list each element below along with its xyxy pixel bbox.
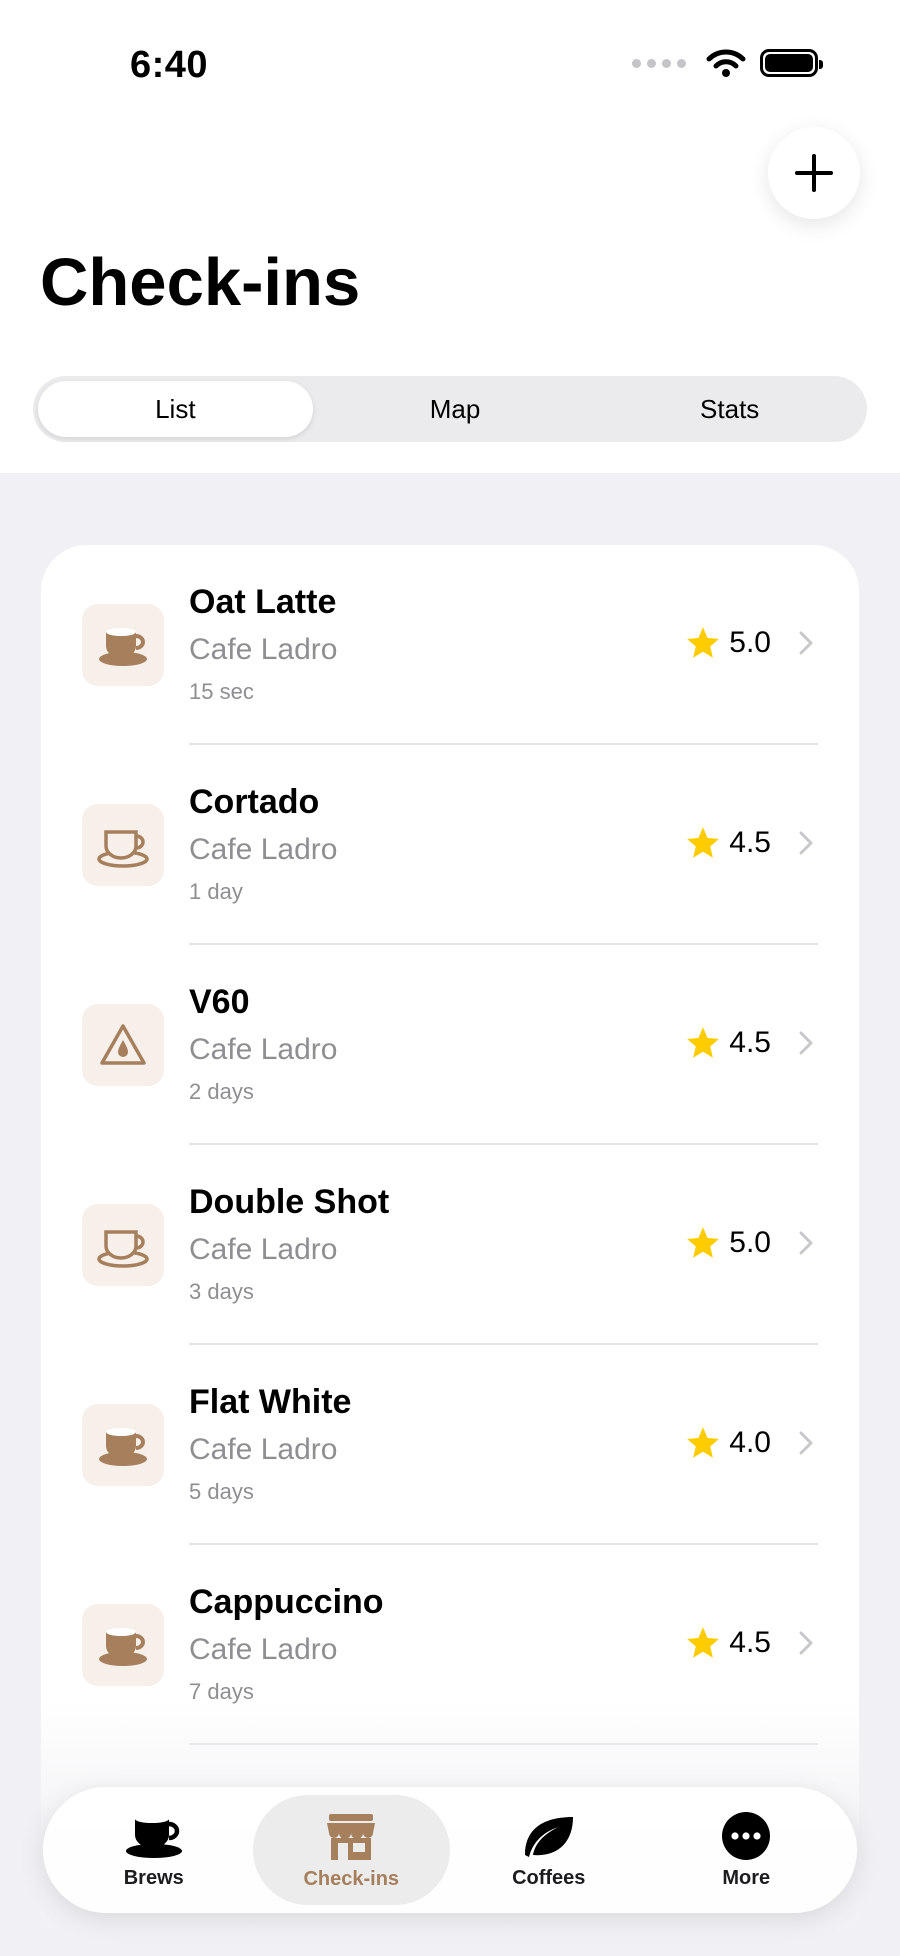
tab-more[interactable]: More: [648, 1795, 846, 1905]
rating-value: 4.5: [729, 826, 771, 859]
rating-value: 4.5: [729, 1626, 771, 1659]
coffee-cup-icon: [82, 1204, 164, 1286]
checkin-title: Double Shot: [189, 1183, 390, 1221]
tab-check-ins[interactable]: Check-ins: [252, 1795, 450, 1905]
checkin-place: Cafe Ladro: [189, 1633, 338, 1666]
segment-list[interactable]: List: [38, 381, 313, 437]
checkin-rating: 4.5: [685, 1025, 813, 1061]
tab-label: Coffees: [512, 1866, 586, 1889]
checkin-place: Cafe Ladro: [189, 1433, 338, 1466]
star-icon: [687, 827, 720, 858]
checkin-row-double-shot[interactable]: Double Shot Cafe Ladro 3 days 5.0: [41, 1145, 859, 1345]
status-time: 6:40: [130, 44, 209, 86]
checkin-place: Cafe Ladro: [189, 833, 338, 866]
star-icon: [687, 1427, 720, 1458]
checkin-time: 1 day: [189, 879, 243, 904]
milk-coffee-cup-icon: [82, 1604, 164, 1686]
segment-stats[interactable]: Stats: [592, 376, 867, 442]
wifi-icon: [706, 49, 746, 77]
checkin-place: Cafe Ladro: [189, 1233, 338, 1266]
chevron-right-icon: [799, 631, 813, 655]
chevron-right-icon: [799, 1631, 813, 1655]
checkin-row-v60[interactable]: V60 Cafe Ladro 2 days 4.5: [41, 945, 859, 1145]
chevron-right-icon: [799, 1431, 813, 1455]
tab-label: More: [722, 1866, 771, 1889]
star-icon: [687, 627, 720, 658]
header-area: 6:40 Check-ins List Map Stats: [0, 0, 900, 473]
checkin-title: Flat White: [189, 1383, 352, 1421]
chevron-right-icon: [799, 831, 813, 855]
coffee-cup-icon: [82, 804, 164, 886]
tab-bar: Brews Check-ins Coffees More: [43, 1787, 857, 1913]
battery-icon: [760, 49, 823, 77]
checkin-title: Cappuccino: [189, 1583, 384, 1621]
view-segmented-control: List Map Stats: [33, 376, 867, 442]
rating-value: 4.5: [729, 1026, 771, 1059]
more-icon: [722, 1811, 771, 1860]
milk-coffee-cup-icon: [82, 1404, 164, 1486]
checkin-row-oat-latte[interactable]: Oat Latte Cafe Ladro 15 sec 5.0: [41, 545, 859, 745]
status-icons: [632, 48, 823, 78]
rating-value: 5.0: [729, 1226, 771, 1259]
page-title: Check-ins: [40, 245, 361, 320]
add-checkin-button[interactable]: [768, 127, 860, 219]
milk-coffee-cup-icon: [82, 604, 164, 686]
storefront-icon: [327, 1813, 376, 1860]
tab-coffees[interactable]: Coffees: [450, 1795, 648, 1905]
screen: 6:40 Check-ins List Map Stats Oat Latte …: [0, 0, 900, 1956]
tab-label: Brews: [123, 1866, 184, 1889]
checkin-time: 3 days: [189, 1279, 254, 1304]
checkin-title: Cortado: [189, 783, 320, 821]
checkin-time: 5 days: [189, 1479, 254, 1504]
checkin-title: Oat Latte: [189, 583, 337, 621]
checkin-row-flat-white[interactable]: Flat White Cafe Ladro 5 days 4.0: [41, 1345, 859, 1545]
rating-value: 5.0: [729, 626, 771, 659]
checkin-rating: 4.0: [685, 1425, 813, 1461]
checkin-place: Cafe Ladro: [189, 633, 338, 666]
cellular-signal-icon: [632, 58, 686, 68]
checkin-rating: 4.5: [685, 825, 813, 861]
segment-map[interactable]: Map: [318, 376, 593, 442]
checkin-time: 15 sec: [189, 679, 254, 704]
star-icon: [687, 1027, 720, 1058]
rating-value: 4.0: [729, 1426, 771, 1459]
star-icon: [687, 1627, 720, 1658]
checkin-rating: 4.5: [685, 1625, 813, 1661]
coffee-cup-icon: [125, 1814, 182, 1858]
checkin-rating: 5.0: [685, 1225, 813, 1261]
checkin-time: 2 days: [189, 1079, 254, 1104]
checkin-place: Cafe Ladro: [189, 1033, 338, 1066]
pour-over-icon: [82, 1004, 164, 1086]
chevron-right-icon: [799, 1231, 813, 1255]
tab-label: Check-ins: [303, 1867, 400, 1890]
chevron-right-icon: [799, 1031, 813, 1055]
tab-brews[interactable]: Brews: [55, 1795, 253, 1905]
star-icon: [687, 1227, 720, 1258]
checkin-row-cortado[interactable]: Cortado Cafe Ladro 1 day 4.5: [41, 745, 859, 945]
checkin-title: V60: [189, 983, 250, 1021]
leaf-icon: [524, 1816, 573, 1857]
checkin-rating: 5.0: [685, 625, 813, 661]
plus-icon: [795, 154, 833, 192]
